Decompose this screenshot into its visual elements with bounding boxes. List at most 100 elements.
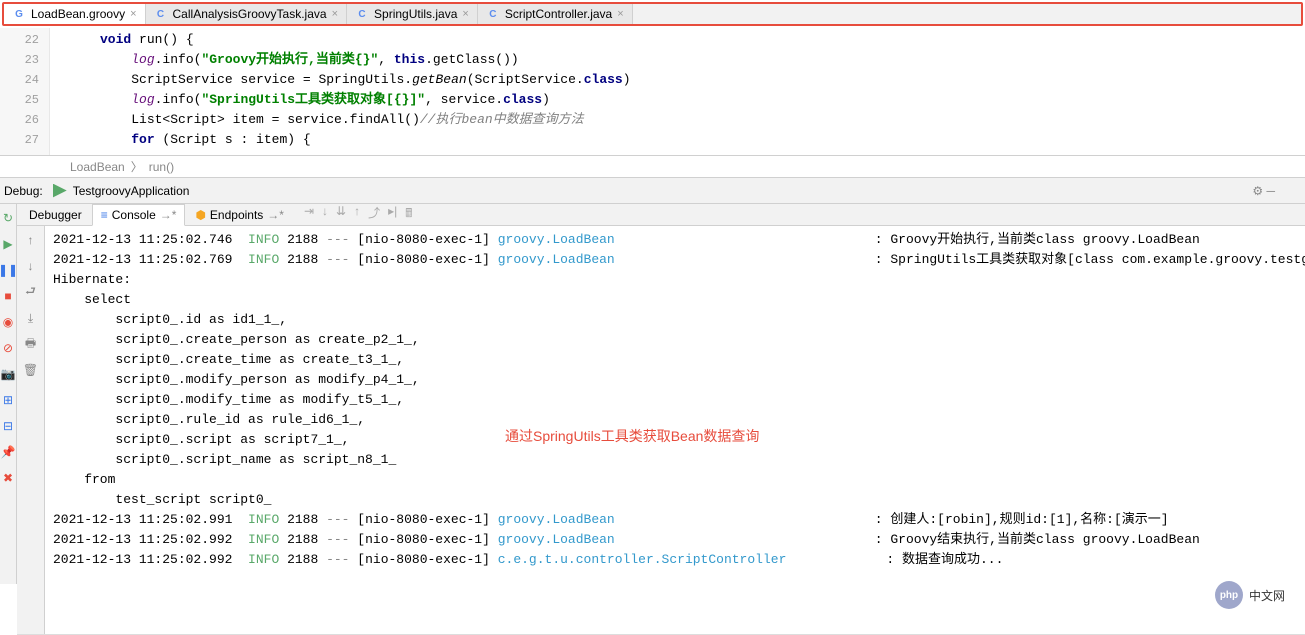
breadcrumb-item[interactable]: run() bbox=[149, 160, 174, 174]
debug-header: Debug: TestgroovyApplication ⚙ ─ bbox=[0, 178, 1305, 204]
file-tabs: G LoadBean.groovy × C CallAnalysisGroovy… bbox=[2, 2, 1303, 26]
code-body[interactable]: void run() { log.info("Groovy开始执行,当前类{}"… bbox=[50, 28, 1305, 155]
console-output[interactable]: 2021-12-13 11:25:02.746 INFO 2188 --- [n… bbox=[45, 226, 1305, 634]
layout-icon[interactable]: ⊞ bbox=[0, 392, 16, 408]
clear-icon[interactable]: 🗑 bbox=[23, 362, 39, 378]
sql-line: select bbox=[53, 290, 1305, 310]
close-icon[interactable]: × bbox=[332, 8, 338, 20]
pin-indicator: →* bbox=[267, 208, 284, 222]
sql-line: script0_.script_name as script_n8_1_ bbox=[53, 450, 1305, 470]
debug-step-toolbar: ⇥ ↓ ⇊ ↑ ⤴ ▸| 🖩 bbox=[304, 204, 412, 225]
keyword: void bbox=[100, 32, 131, 47]
line-number: 22 bbox=[0, 30, 39, 50]
scroll-end-icon[interactable]: ⤓ bbox=[23, 310, 39, 326]
sql-line: Hibernate: bbox=[53, 270, 1305, 290]
run-icon bbox=[53, 184, 67, 198]
debug-tabs: Debugger ≡ Console →* ⬢ Endpoints →* ⇥ ↓… bbox=[17, 204, 1305, 226]
console-toolbar: ↑ ↓ ⮐ ⤓ 🖶 🗑 bbox=[17, 226, 45, 634]
sql-line: script0_.create_person as create_p2_1_, bbox=[53, 330, 1305, 350]
line-number: 24 bbox=[0, 70, 39, 90]
force-step-into-icon[interactable]: ⇊ bbox=[336, 204, 346, 225]
line-number: 25 bbox=[0, 90, 39, 110]
tab-springutils[interactable]: C SpringUtils.java × bbox=[347, 4, 478, 24]
annotation-text: 通过SpringUtils工具类获取Bean数据查询 bbox=[505, 426, 759, 446]
debug-config-name[interactable]: TestgroovyApplication bbox=[73, 184, 190, 198]
pin-indicator: →* bbox=[160, 208, 177, 222]
line-number: 26 bbox=[0, 110, 39, 130]
sql-line: script0_.modify_time as modify_t5_1_, bbox=[53, 390, 1305, 410]
tab-console[interactable]: ≡ Console →* bbox=[92, 204, 186, 226]
step-out-icon[interactable]: ↑ bbox=[354, 204, 360, 225]
field-ref: log bbox=[131, 52, 154, 67]
view-breakpoints-icon[interactable]: ◉ bbox=[0, 314, 16, 330]
debugger-tab-label: Debugger bbox=[29, 208, 82, 222]
debug-label: Debug: bbox=[4, 184, 43, 198]
drop-frame-icon[interactable]: ⤴ bbox=[368, 204, 380, 225]
sql-line: script0_.id as id1_1_, bbox=[53, 310, 1305, 330]
tab-loadbean[interactable]: G LoadBean.groovy × bbox=[4, 4, 146, 24]
java-icon: C bbox=[486, 7, 500, 21]
resume-icon[interactable]: ▶ bbox=[0, 236, 16, 252]
sql-line: script0_.create_time as create_t3_1_, bbox=[53, 350, 1305, 370]
tab-label: CallAnalysisGroovyTask.java bbox=[173, 7, 327, 21]
tab-callanalysis[interactable]: C CallAnalysisGroovyTask.java × bbox=[146, 4, 348, 24]
console-icon: ≡ bbox=[101, 208, 108, 222]
stop-icon[interactable]: ■ bbox=[0, 288, 16, 304]
console-wrap: ↑ ↓ ⮐ ⤓ 🖶 🗑 2021-12-13 11:25:02.746 INFO… bbox=[17, 226, 1305, 634]
comment: //执行bean中数据查询方法 bbox=[420, 112, 584, 127]
endpoints-icon: ⬢ bbox=[195, 208, 205, 222]
mute-breakpoints-icon[interactable]: ⊘ bbox=[0, 340, 16, 356]
java-icon: C bbox=[355, 7, 369, 21]
tab-label: LoadBean.groovy bbox=[31, 7, 125, 21]
pin-icon[interactable]: 📌 bbox=[0, 444, 16, 460]
groovy-icon: G bbox=[12, 7, 26, 21]
close-icon[interactable]: × bbox=[617, 8, 623, 20]
log-line: 2021-12-13 11:25:02.746 INFO 2188 --- [n… bbox=[53, 230, 1305, 250]
up-icon[interactable]: ↑ bbox=[23, 232, 39, 248]
watermark-text: 中文网 bbox=[1249, 587, 1285, 604]
line-number: 23 bbox=[0, 50, 39, 70]
log-line: 2021-12-13 11:25:02.992 INFO 2188 --- [n… bbox=[53, 530, 1305, 550]
line-gutter: 22 23 24 25 26 27 bbox=[0, 28, 50, 155]
camera-icon[interactable]: 📷 bbox=[0, 366, 16, 382]
evaluate-icon[interactable]: 🖩 bbox=[405, 204, 412, 225]
close-panel-icon[interactable]: ✖ bbox=[0, 470, 16, 486]
soft-wrap-icon[interactable]: ⮐ bbox=[23, 284, 39, 300]
php-logo-icon: php bbox=[1215, 581, 1243, 609]
string-literal: "Groovy开始执行,当前类{}" bbox=[201, 52, 378, 67]
print-icon[interactable]: 🖶 bbox=[23, 336, 39, 352]
endpoints-tab-label: Endpoints bbox=[210, 208, 263, 222]
sql-line: script0_.modify_person as modify_p4_1_, bbox=[53, 370, 1305, 390]
watermark: php 中文网 bbox=[1215, 581, 1285, 609]
down-icon[interactable]: ↓ bbox=[23, 258, 39, 274]
log-line: 2021-12-13 11:25:02.991 INFO 2188 --- [n… bbox=[53, 510, 1305, 530]
tab-label: ScriptController.java bbox=[505, 7, 612, 21]
debug-left-toolbar: ↻ ▶ ❚❚ ■ ◉ ⊘ 📷 ⊞ ⊟ 📌 ✖ bbox=[0, 204, 17, 584]
sql-line: test_script script0_ bbox=[53, 490, 1305, 510]
rerun-icon[interactable]: ↻ bbox=[0, 210, 16, 226]
breadcrumb-item[interactable]: LoadBean bbox=[70, 160, 125, 174]
code-editor[interactable]: 22 23 24 25 26 27 void run() { log.info(… bbox=[0, 28, 1305, 156]
run-to-cursor-icon[interactable]: ▸| bbox=[388, 204, 397, 225]
debug-panel: ↻ ▶ ❚❚ ■ ◉ ⊘ 📷 ⊞ ⊟ 📌 ✖ Debugger ≡ Consol… bbox=[0, 204, 1305, 584]
tab-endpoints[interactable]: ⬢ Endpoints →* bbox=[187, 205, 292, 225]
settings-icon[interactable]: ⊟ bbox=[0, 418, 16, 434]
tab-label: SpringUtils.java bbox=[374, 7, 457, 21]
chevron-right-icon: 〉 bbox=[131, 158, 143, 175]
java-icon: C bbox=[154, 7, 168, 21]
gear-icon[interactable]: ⚙ ─ bbox=[1252, 184, 1275, 198]
step-over-icon[interactable]: ⇥ bbox=[304, 204, 314, 225]
debug-main: Debugger ≡ Console →* ⬢ Endpoints →* ⇥ ↓… bbox=[17, 204, 1305, 584]
log-line: 2021-12-13 11:25:02.992 INFO 2188 --- [n… bbox=[53, 550, 1305, 570]
static-call: getBean bbox=[412, 72, 467, 87]
step-into-icon[interactable]: ↓ bbox=[322, 204, 328, 225]
log-line: 2021-12-13 11:25:02.769 INFO 2188 --- [n… bbox=[53, 250, 1305, 270]
close-icon[interactable]: × bbox=[130, 8, 136, 20]
tab-scriptcontroller[interactable]: C ScriptController.java × bbox=[478, 4, 633, 24]
pause-icon[interactable]: ❚❚ bbox=[0, 262, 16, 278]
breadcrumb: LoadBean 〉 run() bbox=[0, 156, 1305, 178]
console-tab-label: Console bbox=[112, 208, 156, 222]
tab-debugger[interactable]: Debugger bbox=[21, 205, 90, 225]
sql-line: from bbox=[53, 470, 1305, 490]
close-icon[interactable]: × bbox=[462, 8, 468, 20]
